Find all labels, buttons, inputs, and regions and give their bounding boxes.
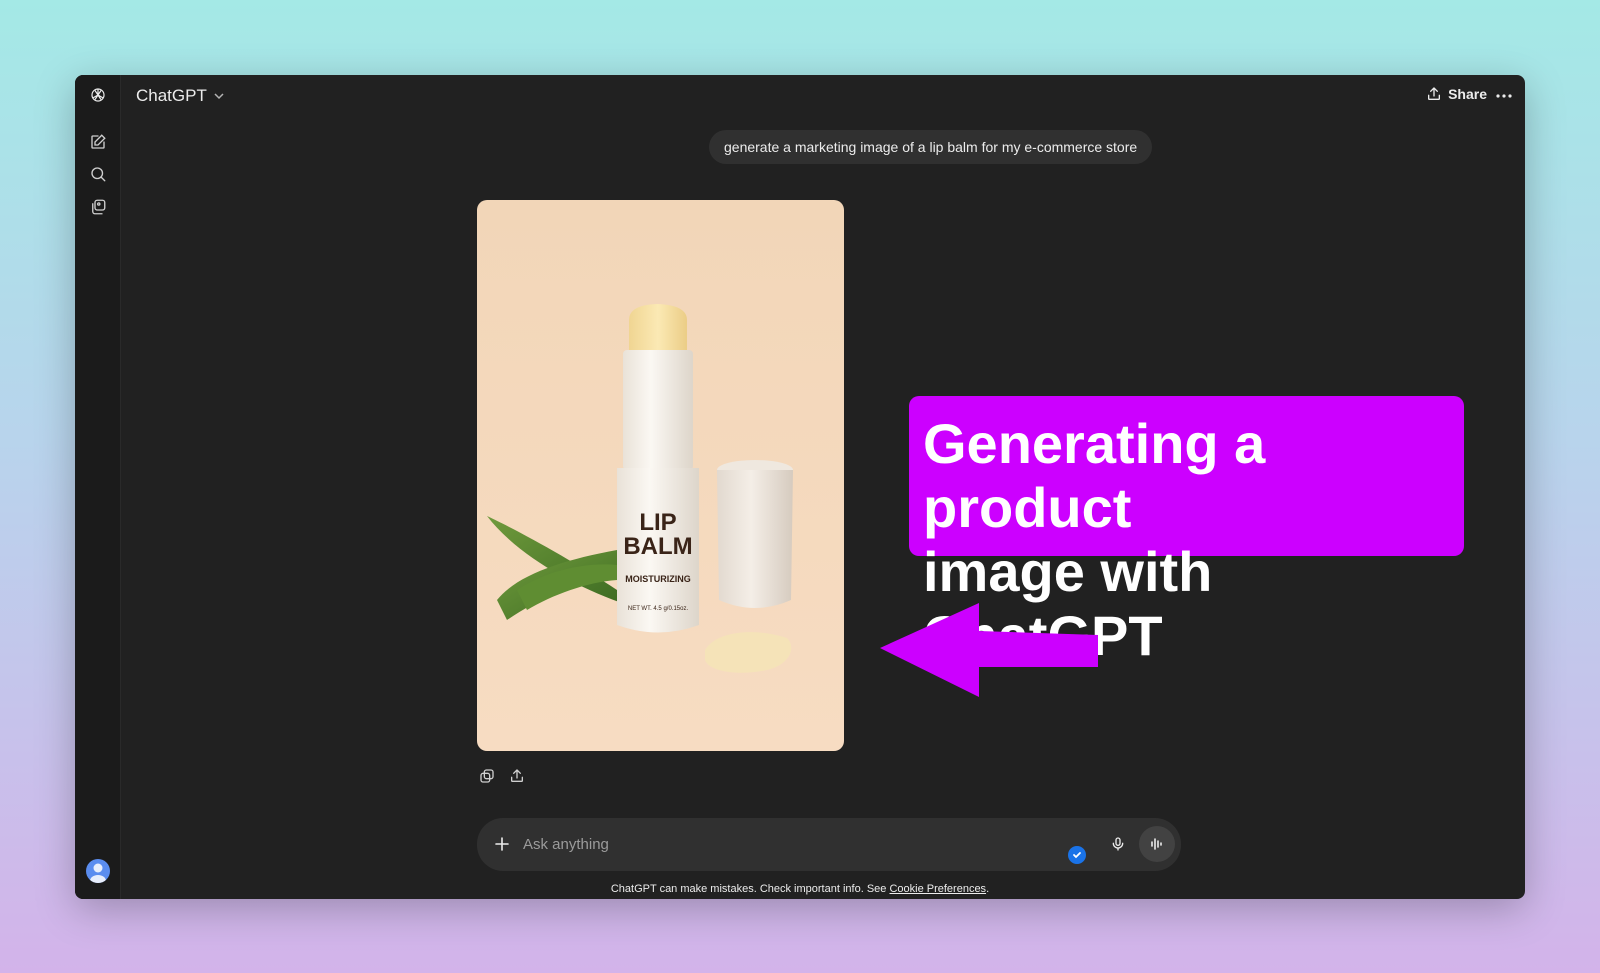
microphone-icon: [1112, 837, 1124, 851]
new-chat-icon[interactable]: [86, 130, 110, 154]
chevron-down-icon: [214, 93, 224, 100]
voice-mode-button[interactable]: [1139, 826, 1175, 862]
sidebar: [75, 75, 121, 899]
disclaimer-text: ChatGPT can make mistakes. Check importa…: [610, 883, 890, 895]
model-label: ChatGPT: [136, 86, 207, 105]
disclaimer-suffix: .: [986, 883, 990, 895]
callout-line1: Generating a product: [923, 412, 1266, 539]
ellipsis-icon: [1496, 94, 1512, 98]
copy-button[interactable]: [477, 766, 497, 786]
share-icon: [1428, 87, 1441, 100]
model-switcher[interactable]: ChatGPT: [136, 86, 225, 106]
openai-logo-icon[interactable]: [86, 83, 110, 107]
message-actions: [477, 766, 527, 786]
voice-wave-icon: [1151, 838, 1162, 850]
cookie-preferences-link[interactable]: Cookie Preferences: [889, 883, 986, 895]
product-title-line2: BALM: [623, 533, 692, 560]
check-badge-icon: [1068, 846, 1086, 864]
more-options-button[interactable]: [1493, 85, 1515, 107]
user-avatar[interactable]: [86, 859, 110, 883]
annotation-arrow: [880, 603, 1098, 697]
copy-icon: [480, 769, 494, 783]
user-message-bubble: generate a marketing image of a lip balm…: [709, 130, 1153, 164]
share-label: Share: [1448, 86, 1487, 102]
composer: [477, 818, 1181, 871]
product-net-weight: NET WT. 4.5 g/0.15oz.: [628, 606, 689, 612]
add-attachment-button[interactable]: [491, 833, 513, 855]
share-icon: [511, 769, 523, 782]
dictate-button[interactable]: [1107, 833, 1129, 855]
share-button[interactable]: Share: [1426, 86, 1487, 102]
library-icon[interactable]: [86, 195, 110, 219]
generated-image[interactable]: LIP BALM MOISTURIZING NET WT. 4.5 g/0.15…: [477, 200, 844, 751]
annotation-callout: Generating a product image with ChatGPT: [909, 396, 1464, 667]
top-bar: ChatGPT Share: [121, 75, 1525, 119]
plus-icon: [495, 837, 509, 851]
prompt-input[interactable]: [523, 832, 1043, 856]
search-icon[interactable]: [86, 162, 110, 186]
share-image-button[interactable]: [507, 766, 527, 786]
product-title-line1: LIP: [639, 509, 676, 536]
product-subtitle: MOISTURIZING: [625, 574, 691, 584]
disclaimer: ChatGPT can make mistakes. Check importa…: [75, 883, 1525, 895]
